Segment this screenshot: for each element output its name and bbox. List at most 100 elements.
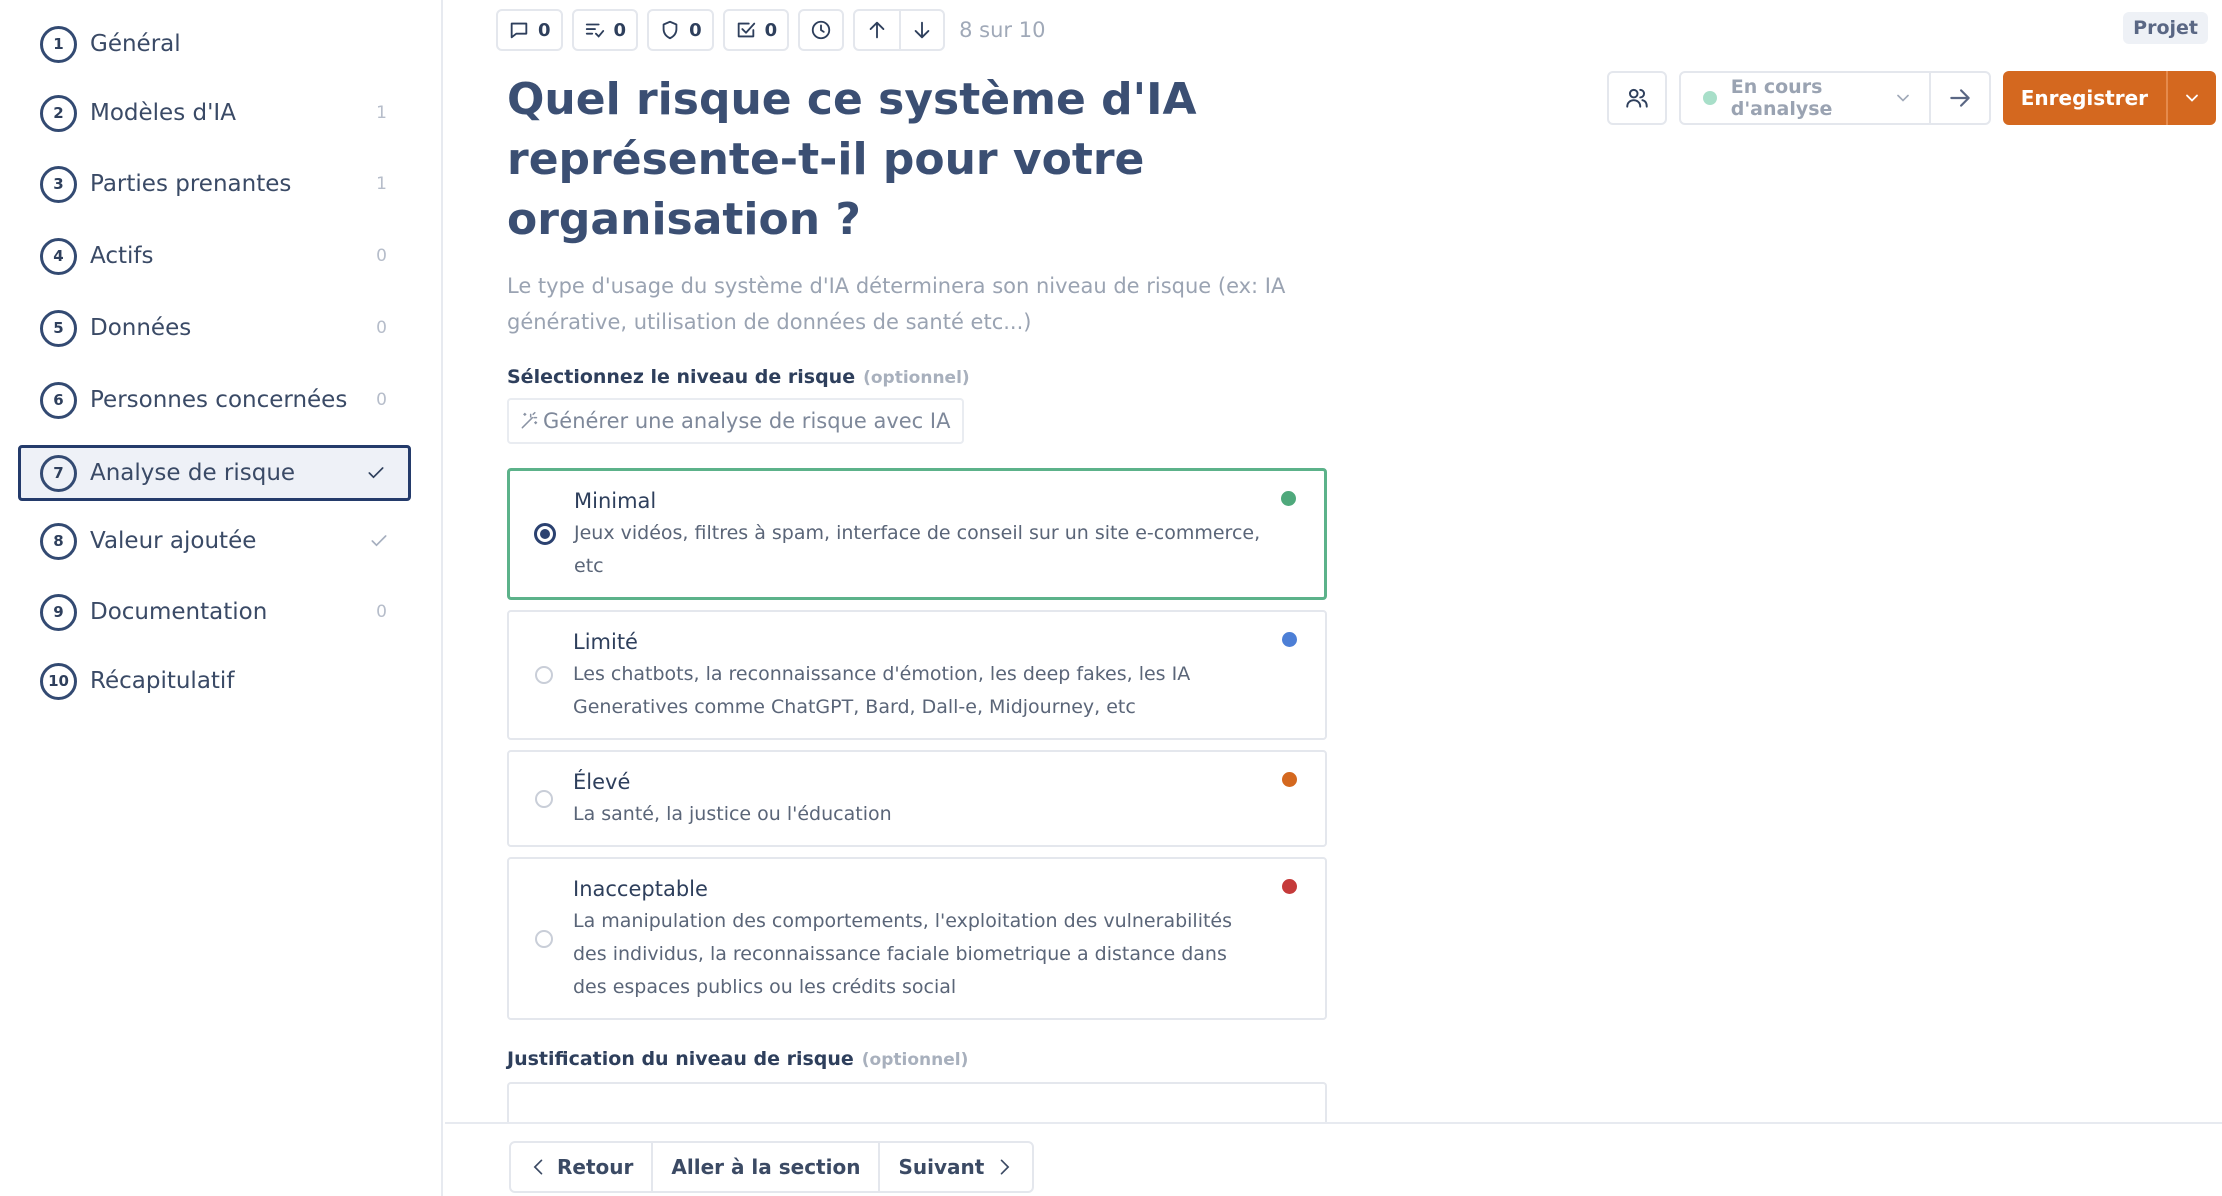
shield-icon [662, 20, 678, 40]
optional-tag: (optionnel) [861, 1050, 969, 1070]
risk-option-title: Élevé [573, 770, 631, 794]
sidebar-item-label: Données [90, 315, 192, 341]
save-button[interactable]: Enregistrer [2003, 71, 2168, 125]
step-number: 8 [40, 522, 77, 560]
sidebar-item-count: 1 [376, 174, 387, 194]
sidebar-item[interactable]: 10 Récapitulatif [18, 653, 411, 709]
sidebar-item-label: Récapitulatif [90, 668, 235, 694]
sidebar-item-label: Général [90, 31, 181, 57]
checks-button[interactable]: 0 [722, 9, 790, 51]
next-question-button[interactable] [899, 11, 943, 49]
top-toolbar: 0 0 0 0 8 sur 10 [496, 9, 1045, 51]
generate-ai-analysis-button[interactable]: Générer une analyse de risque avec IA [507, 398, 965, 444]
step-number: 5 [40, 309, 77, 347]
radio-button[interactable] [534, 523, 556, 545]
sidebar-item-label: Valeur ajoutée [90, 528, 257, 554]
status-label: En cours d'analyse [1730, 76, 1833, 120]
question-description: Le type d'usage du système d'IA détermin… [507, 274, 1286, 334]
step-number: 3 [40, 165, 77, 203]
sidebar-item[interactable]: 7 Analyse de risque [18, 445, 411, 501]
next-label: Suivant [898, 1155, 985, 1179]
back-button[interactable]: Retour [511, 1143, 651, 1191]
goto-section-button[interactable]: Aller à la section [651, 1143, 878, 1191]
history-button[interactable] [798, 9, 845, 51]
status-dot [1702, 91, 1717, 105]
sidebar-item[interactable]: 5 Données 0 [18, 300, 411, 356]
chevron-down-icon [2186, 94, 2198, 102]
radio-button[interactable] [535, 666, 553, 684]
chevron-left-icon [533, 1159, 543, 1175]
arrow-up-icon [869, 21, 885, 39]
clock-icon [811, 20, 831, 40]
next-button[interactable]: Suivant [878, 1143, 1032, 1191]
arrow-down-icon [914, 21, 930, 39]
risk-option[interactable]: Élevé La santé, la justice ou l'éducation [507, 750, 1327, 847]
risk-option-title: Minimal [574, 489, 657, 513]
sidebar-item[interactable]: 4 Actifs 0 [18, 228, 411, 284]
sidebar-item-label: Personnes concernées [90, 387, 348, 413]
check-icon [368, 467, 384, 479]
risk-color-dot [1282, 772, 1297, 787]
checks-count: 0 [764, 19, 778, 41]
controls-button[interactable]: 0 [647, 9, 714, 51]
controls-count: 0 [689, 19, 702, 41]
comment-icon [510, 22, 528, 39]
question-title: Quel risque ce système d'IA représente-t… [507, 74, 1197, 245]
status-next-button[interactable] [1931, 85, 1989, 111]
step-number: 7 [40, 454, 77, 492]
question-panel: Quel risque ce système d'IA représente-t… [507, 70, 1327, 1182]
sidebar-item[interactable]: 6 Personnes concernées 0 [18, 372, 411, 428]
project-badge: Projet [2123, 12, 2208, 44]
back-label: Retour [557, 1155, 634, 1179]
footer-nav: Retour Aller à la section Suivant [509, 1141, 1035, 1193]
users-icon [1626, 88, 1648, 108]
radio-button[interactable] [535, 929, 553, 948]
sidebar-item-label: Parties prenantes [90, 171, 292, 197]
justification-label: Justification du niveau de risque (option… [507, 1048, 1327, 1070]
previous-question-button[interactable] [855, 11, 899, 49]
step-number: 1 [40, 25, 77, 63]
list-check-icon [585, 23, 604, 38]
sidebar-item-count: 0 [376, 318, 387, 338]
assignees-button[interactable] [1606, 71, 1667, 125]
arrow-right-icon [1949, 89, 1970, 107]
risk-color-dot [1281, 491, 1296, 506]
status-select[interactable]: En cours d'analyse [1681, 73, 1931, 123]
save-options-button[interactable] [2168, 71, 2216, 125]
risk-option-description: La santé, la justice ou l'éducation [573, 803, 892, 825]
risk-option-description: Jeux vidéos, filtres à spam, interface d… [574, 522, 1261, 577]
sidebar-item-label: Actifs [90, 243, 154, 269]
risk-option-title: Inacceptable [573, 877, 708, 901]
sidebar-item-count: 0 [376, 390, 387, 410]
footer-bar: Retour Aller à la section Suivant [445, 1122, 2222, 1196]
sidebar-item[interactable]: 1 Général [18, 16, 411, 72]
status-control: En cours d'analyse [1678, 71, 1991, 125]
magic-wand-icon [521, 411, 538, 429]
save-button-group: Enregistrer [2002, 71, 2216, 125]
checkbox-icon [737, 22, 755, 38]
comments-button[interactable]: 0 [496, 9, 563, 51]
risk-option[interactable]: Limité Les chatbots, la reconnaissance d'… [507, 610, 1327, 740]
sidebar-item-label: Analyse de risque [90, 460, 296, 486]
risk-option-description: La manipulation des comportements, l'exp… [573, 910, 1233, 998]
step-number: 2 [40, 94, 77, 132]
sidebar-item[interactable]: 8 Valeur ajoutée [18, 513, 411, 569]
risk-option-description: Les chatbots, la reconnaissance d'émotio… [573, 663, 1191, 718]
chevron-down-icon [1896, 94, 1909, 102]
sidebar-item[interactable]: 9 Documentation 0 [18, 584, 411, 640]
risk-option-title: Limité [573, 630, 638, 654]
sidebar: 1 Général 2 Modèles d'IA 1 3 Parties prenantes… [0, 0, 443, 1196]
tasks-count: 0 [613, 19, 627, 41]
sidebar-item-label: Modèles d'IA [90, 100, 236, 126]
risk-option[interactable]: Minimal Jeux vidéos, filtres à spam, inte… [507, 468, 1327, 600]
risk-option[interactable]: Inacceptable La manipulation des comporte… [507, 857, 1327, 1020]
sidebar-item[interactable]: 3 Parties prenantes 1 [18, 156, 411, 212]
risk-level-label: Sélectionnez le niveau de risque (optionn… [507, 366, 1327, 388]
radio-button[interactable] [535, 789, 553, 808]
risk-options: Minimal Jeux vidéos, filtres à spam, inte… [507, 468, 1327, 1020]
tasks-button[interactable]: 0 [571, 9, 639, 51]
sidebar-item-count: 0 [376, 602, 387, 622]
comments-count: 0 [538, 19, 551, 41]
justification-label-text: Justification du niveau de risque [507, 1048, 854, 1070]
sidebar-item[interactable]: 2 Modèles d'IA 1 [18, 85, 411, 141]
